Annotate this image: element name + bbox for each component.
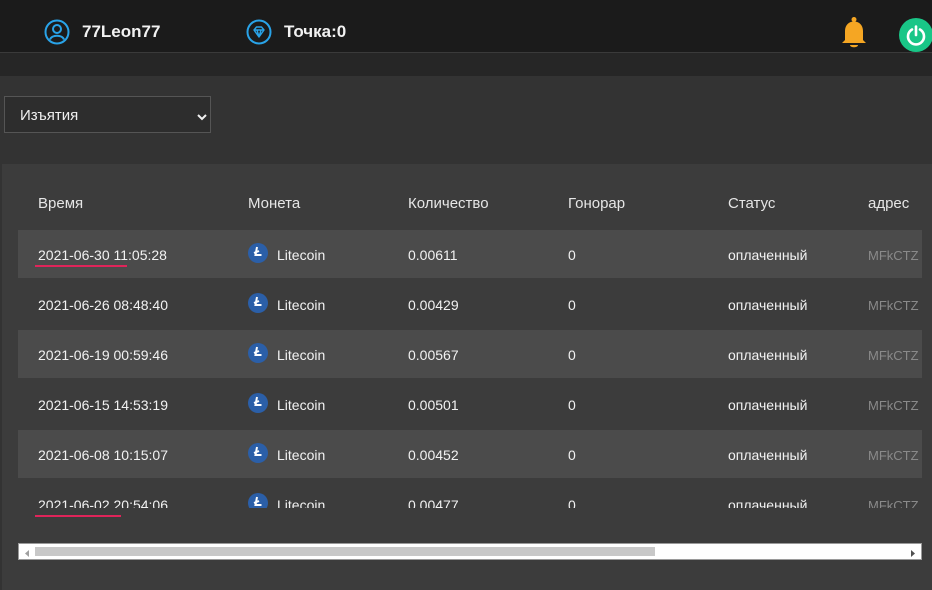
cell-status: оплаченный	[728, 447, 808, 463]
horizontal-scrollbar[interactable]	[18, 543, 922, 560]
cell-amount: 0.00501	[408, 397, 459, 413]
cell-time: 2021-06-08 10:15:07	[38, 447, 168, 463]
cell-fee: 0	[568, 347, 576, 363]
points-info: Точка:0	[246, 19, 346, 45]
withdrawals-table: Время Монета Количество Гонорар Статус а…	[18, 180, 922, 508]
cell-amount: 0.00452	[408, 447, 459, 463]
cell-time: 2021-06-15 14:53:19	[38, 397, 168, 413]
cell-status: оплаченный	[728, 297, 808, 313]
litecoin-icon	[248, 493, 268, 508]
cell-amount: 0.00567	[408, 347, 459, 363]
scroll-right-icon[interactable]	[908, 546, 918, 557]
table-row[interactable]: 2021-06-15 14:53:19 Litecoin 0.00501 0 о…	[18, 380, 922, 428]
cell-address: MFkCTZ	[868, 348, 919, 363]
column-header-time: Время	[38, 195, 84, 212]
table-row[interactable]: 2021-06-08 10:15:07 Litecoin 0.00452 0 о…	[18, 430, 922, 478]
litecoin-icon	[248, 443, 268, 463]
bell-icon	[842, 17, 866, 48]
table-header: Время Монета Количество Гонорар Статус а…	[18, 180, 922, 228]
cell-status: оплаченный	[728, 497, 808, 508]
annotation-underline	[35, 515, 121, 517]
cell-status: оплаченный	[728, 397, 808, 413]
notifications-button[interactable]	[838, 16, 870, 50]
cell-amount: 0.00429	[408, 297, 459, 313]
sub-bar	[0, 53, 932, 76]
user-info[interactable]: 77Leon77	[44, 19, 160, 45]
logout-button[interactable]	[899, 18, 932, 52]
user-circle-icon	[44, 19, 70, 45]
cell-amount: 0.00611	[408, 247, 458, 263]
cell-amount: 0.00477	[408, 497, 459, 508]
litecoin-icon	[248, 393, 268, 413]
scroll-left-icon[interactable]	[22, 546, 32, 557]
cell-address: MFkCTZ	[868, 498, 919, 508]
table-row[interactable]: 2021-06-26 08:48:40 Litecoin 0.00429 0 о…	[18, 280, 922, 328]
table-row[interactable]: 2021-06-30 11:05:28 Litecoin 0.00611 0 о…	[18, 230, 922, 278]
column-header-amount: Количество	[408, 195, 489, 212]
cell-address: MFkCTZ	[868, 298, 919, 313]
column-header-fee: Гонорар	[568, 195, 626, 212]
annotation-underline	[35, 265, 127, 267]
cell-time: 2021-06-26 08:48:40	[38, 297, 168, 313]
cell-fee: 0	[568, 297, 576, 313]
scrollbar-thumb[interactable]	[35, 547, 655, 556]
cell-address: MFkCTZ	[868, 448, 919, 463]
column-header-status: Статус	[728, 195, 776, 212]
cell-coin: Litecoin	[277, 297, 326, 313]
transaction-type-select[interactable]: Изъятия	[4, 96, 211, 133]
points-value: Точка:0	[284, 22, 347, 41]
table-row[interactable]: 2021-06-19 00:59:46 Litecoin 0.00567 0 о…	[18, 330, 922, 378]
litecoin-icon	[248, 293, 268, 313]
cell-status: оплаченный	[728, 247, 808, 263]
power-icon	[906, 25, 926, 46]
cell-coin: Litecoin	[277, 497, 326, 508]
cell-coin: Litecoin	[277, 397, 326, 413]
litecoin-icon	[248, 343, 268, 363]
cell-fee: 0	[568, 397, 576, 413]
cell-coin: Litecoin	[277, 447, 326, 463]
cell-address: MFkCTZ	[868, 398, 919, 413]
cell-fee: 0	[568, 447, 576, 463]
cell-fee: 0	[568, 247, 576, 263]
cell-time: 2021-06-19 00:59:46	[38, 347, 168, 363]
litecoin-icon	[248, 243, 268, 263]
username: 77Leon77	[82, 22, 161, 41]
cell-time: 2021-06-30 11:05:28	[38, 247, 167, 263]
cell-fee: 0	[568, 497, 576, 508]
cell-address: MFkCTZ	[868, 248, 919, 263]
top-bar: 77Leon77 Точка:0	[0, 0, 932, 53]
cell-time: 2021-06-02 20:54:06	[38, 497, 168, 508]
cell-coin: Litecoin	[277, 347, 326, 363]
diamond-icon	[246, 19, 272, 45]
select-value: Изъятия	[20, 107, 79, 124]
table-row[interactable]: 2021-06-02 20:54:06 Litecoin 0.00477 0 о…	[18, 480, 922, 508]
chevron-down-icon	[196, 109, 208, 126]
cell-coin: Litecoin	[277, 247, 326, 263]
cell-status: оплаченный	[728, 347, 808, 363]
column-header-coin: Монета	[248, 195, 301, 212]
column-header-address: адрес	[868, 195, 910, 212]
